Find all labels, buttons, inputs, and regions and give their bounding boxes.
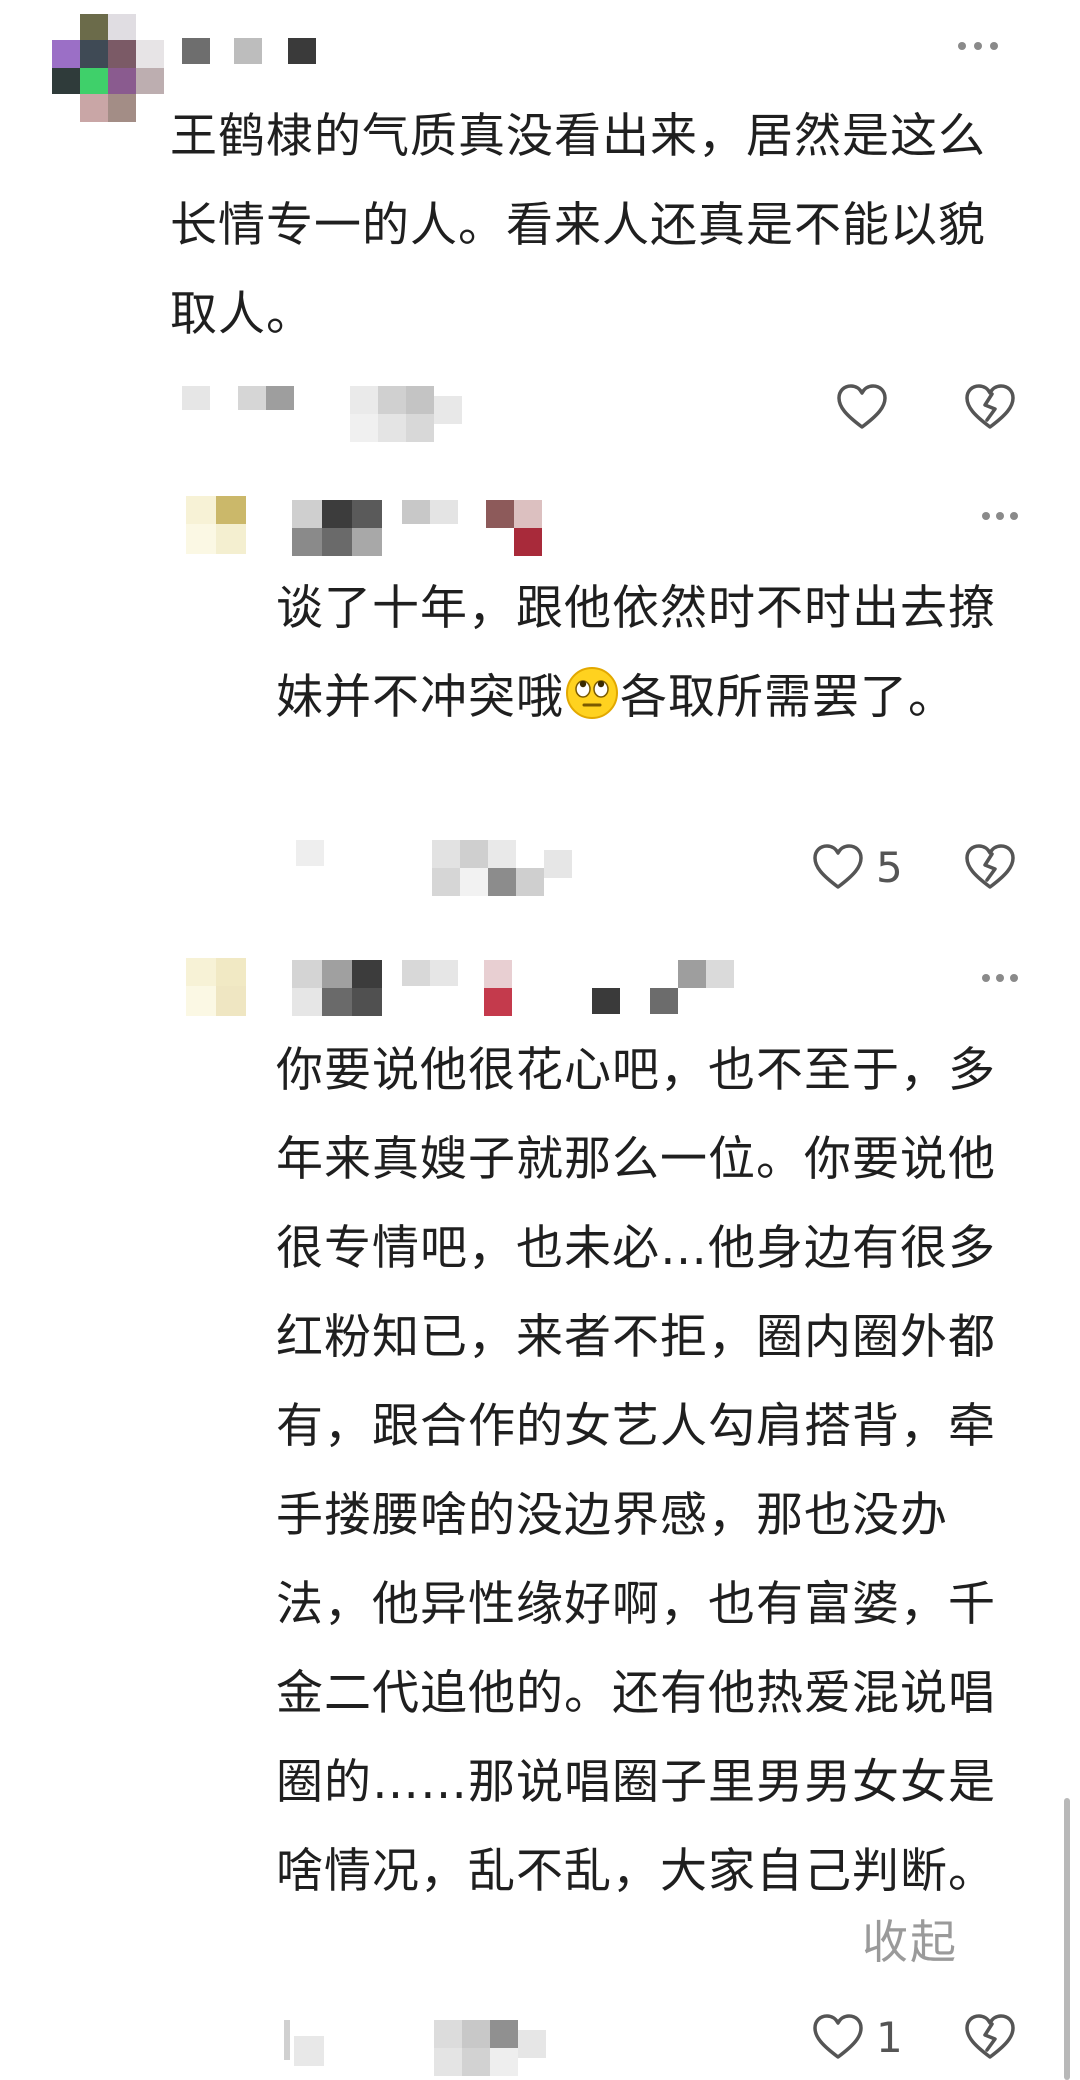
broken-heart-icon[interactable] bbox=[962, 380, 1018, 436]
comment-text-after-emoji: 各取所需罢了。 bbox=[620, 670, 956, 725]
comment-meta bbox=[284, 2016, 604, 2076]
scrollbar[interactable] bbox=[1064, 1798, 1070, 2080]
broken-heart-icon[interactable] bbox=[962, 840, 1018, 896]
more-icon[interactable] bbox=[982, 970, 1026, 984]
more-icon[interactable] bbox=[982, 508, 1026, 522]
comment-text: 谈了十年，跟他依然时不时出去撩妹并不冲突哦 各取所需罢了。 bbox=[276, 564, 1016, 742]
comment-meta bbox=[182, 382, 482, 444]
eye-roll-emoji bbox=[566, 667, 618, 719]
heart-outline-icon[interactable] bbox=[834, 380, 890, 436]
comment-text: 你要说他很花心吧，也不至于，多年来真嫂子就那么一位。你要说他很专情吧，也未必…他… bbox=[276, 1043, 996, 1899]
like-count: 1 bbox=[876, 2013, 903, 2062]
avatar[interactable] bbox=[186, 958, 246, 1016]
like-count: 5 bbox=[876, 843, 903, 892]
comment-text: 王鹤棣的气质真没看出来，居然是这么长情专一的人。看来人还真是不能以貌取人。 bbox=[170, 109, 986, 342]
comment-meta bbox=[296, 836, 596, 896]
comment-thread: 王鹤棣的气质真没看出来，居然是这么长情专一的人。看来人还真是不能以貌取人。 谈了… bbox=[0, 0, 1080, 2080]
heart-outline-icon[interactable] bbox=[810, 2010, 866, 2066]
avatar[interactable] bbox=[186, 496, 246, 554]
avatar[interactable] bbox=[52, 14, 164, 122]
broken-heart-icon[interactable] bbox=[962, 2010, 1018, 2066]
username[interactable] bbox=[292, 500, 542, 556]
username[interactable] bbox=[292, 960, 734, 1016]
username[interactable] bbox=[182, 38, 322, 66]
more-icon[interactable] bbox=[958, 38, 1002, 52]
heart-outline-icon[interactable] bbox=[810, 840, 866, 896]
collapse-link[interactable]: 收起 bbox=[862, 1906, 958, 1972]
